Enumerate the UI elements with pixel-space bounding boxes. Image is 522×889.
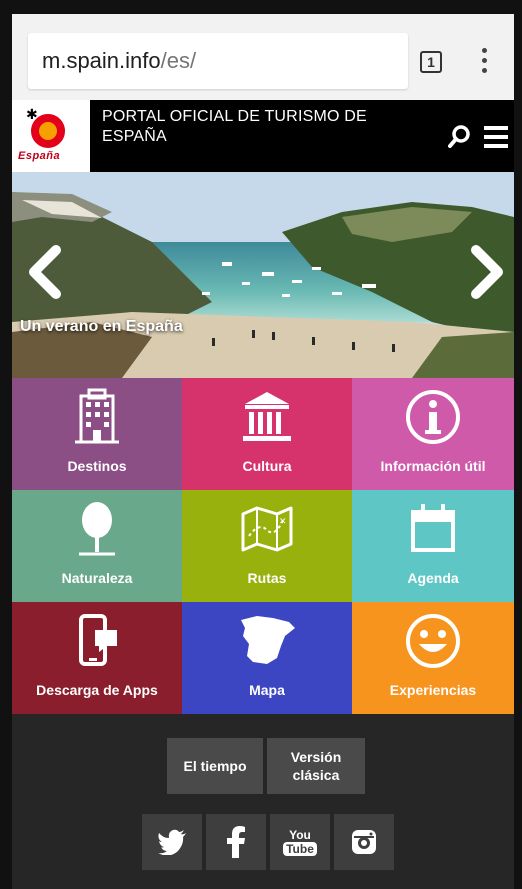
tile-label: Experiencias [389, 682, 477, 698]
logo-text: España [18, 150, 61, 162]
tile-naturaleza[interactable]: Naturaleza [12, 490, 182, 602]
map-route-icon: ✕ [237, 500, 297, 558]
tile-label: Mapa [249, 682, 285, 698]
tree-icon [67, 500, 127, 558]
calendar-icon [403, 500, 463, 558]
tile-label: Información útil [380, 458, 486, 474]
address-bar[interactable]: m.spain.info/es/ [28, 33, 408, 89]
portal-title: PORTAL OFICIAL DE TURISMO DE ESPAÑA [102, 108, 367, 145]
svg-text:✕: ✕ [279, 517, 287, 527]
tile-agenda[interactable]: Agenda [352, 490, 514, 602]
browser-menu-icon[interactable] [482, 48, 488, 76]
spain-map-icon [237, 612, 297, 670]
sun-icon [31, 114, 65, 148]
footer: El tiempo Versión clásica You Tube [12, 715, 514, 889]
tile-label: Agenda [407, 570, 459, 586]
weather-button[interactable]: El tiempo [167, 738, 263, 794]
hamburger-menu-icon[interactable] [484, 126, 508, 148]
tile-mapa[interactable]: Mapa [182, 602, 352, 714]
classic-version-button[interactable]: Versión clásica [267, 738, 365, 794]
tile-descarga-apps[interactable]: Descarga de Apps [12, 602, 182, 714]
phone-chat-icon [67, 612, 127, 670]
youtube-icon[interactable]: You Tube [270, 814, 330, 870]
hero-image [12, 172, 514, 378]
tile-rutas[interactable]: ✕ Rutas [182, 490, 352, 602]
url-path: /es/ [160, 48, 197, 73]
url-host: m.spain.info [42, 48, 161, 73]
tab-switcher-button[interactable]: 1 [420, 51, 442, 73]
screen: m.spain.info/es/ 1 ✱ España PORTAL OFICI… [12, 14, 514, 889]
twitter-icon[interactable] [142, 814, 202, 870]
search-icon[interactable] [448, 124, 472, 148]
carousel-next-icon[interactable] [468, 244, 508, 300]
tile-experiencias[interactable]: Experiencias [352, 602, 514, 714]
facebook-icon[interactable] [206, 814, 266, 870]
carousel-prev-icon[interactable] [24, 244, 64, 300]
youtube-text-top: You [289, 827, 311, 842]
tile-informacion-util[interactable]: Información útil [352, 378, 514, 490]
browser-toolbar: m.spain.info/es/ 1 [12, 14, 514, 100]
tile-label: Descarga de Apps [36, 682, 158, 698]
tile-cultura[interactable]: Cultura [182, 378, 352, 490]
spain-logo[interactable]: ✱ España [12, 100, 90, 172]
youtube-text-bottom: Tube [283, 841, 317, 856]
category-grid: Destinos Cultura Información útil Natura… [12, 378, 514, 715]
hero-caption[interactable]: Un verano en España [20, 318, 183, 336]
instagram-icon[interactable] [334, 814, 394, 870]
tile-label: Rutas [247, 570, 287, 586]
site-header: ✱ España PORTAL OFICIAL DE TURISMO DE ES… [12, 100, 514, 172]
tile-label: Naturaleza [61, 570, 133, 586]
hero-carousel[interactable]: Un verano en España [12, 172, 514, 378]
device-frame: m.spain.info/es/ 1 ✱ España PORTAL OFICI… [0, 0, 522, 889]
tile-label: Destinos [67, 458, 127, 474]
smiley-icon [403, 612, 463, 670]
info-icon [403, 388, 463, 446]
tile-destinos[interactable]: Destinos [12, 378, 182, 490]
tile-label: Cultura [242, 458, 292, 474]
building-icon [67, 388, 127, 446]
museum-icon [237, 388, 297, 446]
